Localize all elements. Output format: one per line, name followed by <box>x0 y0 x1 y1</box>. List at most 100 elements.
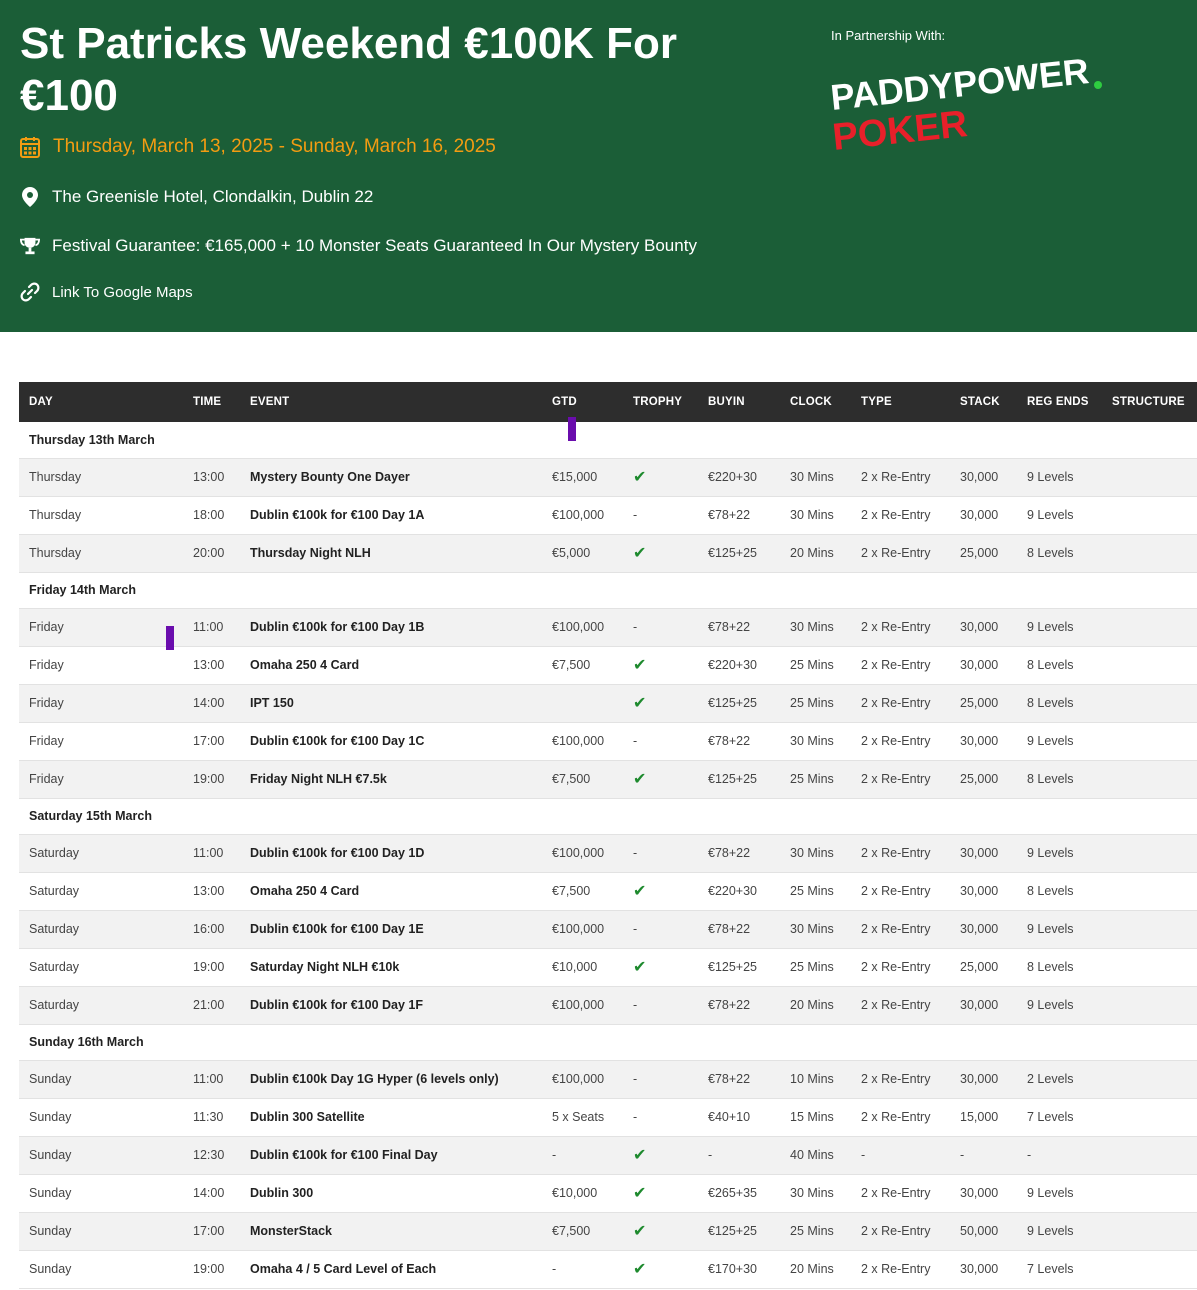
map-pin-icon <box>20 186 40 208</box>
cell-stack: 30,000 <box>950 646 1017 685</box>
check-icon: ✔ <box>633 1223 647 1240</box>
cell-type: - <box>851 1136 950 1175</box>
cell-buyin: €125+25 <box>698 948 780 987</box>
cell-stack: 30,000 <box>950 458 1017 497</box>
cell-buyin: €78+22 <box>698 910 780 949</box>
cell-structure <box>1102 722 1197 761</box>
cell-day: Sunday <box>19 1174 183 1213</box>
cell-event: Friday Night NLH €7.5k <box>240 760 542 799</box>
column-header-type: TYPE <box>851 382 950 422</box>
cell-event: Dublin €100k for €100 Day 1E <box>240 910 542 949</box>
cell-time: 11:00 <box>183 834 240 873</box>
cell-reg-ends: 9 Levels <box>1017 834 1102 873</box>
cell-day: Thursday <box>19 458 183 497</box>
cell-reg-ends: 7 Levels <box>1017 1098 1102 1137</box>
cell-gtd: - <box>542 1250 623 1289</box>
cell-structure <box>1102 1098 1197 1137</box>
cell-stack: 30,000 <box>950 608 1017 647</box>
check-icon: ✔ <box>633 657 647 674</box>
trophy-cell: ✔ <box>623 1212 698 1251</box>
cell-event: Dublin €100k for €100 Day 1F <box>240 986 542 1025</box>
cell-stack: 25,000 <box>950 760 1017 799</box>
cell-day: Saturday <box>19 872 183 911</box>
day-group-label: Sunday 16th March <box>19 1024 1197 1061</box>
cell-reg-ends: 9 Levels <box>1017 986 1102 1025</box>
cell-structure <box>1102 872 1197 911</box>
day-group-row: Saturday 15th March <box>19 798 1197 835</box>
cell-time: 17:00 <box>183 1212 240 1251</box>
cell-reg-ends: 2 Levels <box>1017 1060 1102 1099</box>
cell-structure <box>1102 1212 1197 1251</box>
cell-reg-ends: 8 Levels <box>1017 534 1102 573</box>
cell-reg-ends: 8 Levels <box>1017 872 1102 911</box>
cell-gtd: €100,000 <box>542 1060 623 1099</box>
cell-reg-ends: 9 Levels <box>1017 722 1102 761</box>
cell-time: 14:00 <box>183 1174 240 1213</box>
check-icon: ✔ <box>633 469 647 486</box>
date-range: Thursday, March 13, 2025 - Sunday, March… <box>53 136 496 157</box>
cell-structure <box>1102 948 1197 987</box>
cell-type: 2 x Re-Entry <box>851 760 950 799</box>
table-header-row: DAY TIME EVENT GTD TROPHY BUYIN CLOCK TYPE STACK… <box>19 382 1197 422</box>
event-hero: St Patricks Weekend €100K For €100 Thurs… <box>0 0 1197 332</box>
cell-day: Friday <box>19 608 183 647</box>
cell-buyin: €78+22 <box>698 608 780 647</box>
cell-buyin: €125+25 <box>698 684 780 723</box>
cell-gtd: €5,000 <box>542 534 623 573</box>
cell-time: 19:00 <box>183 1250 240 1289</box>
cell-structure <box>1102 458 1197 497</box>
day-group-label: Saturday 15th March <box>19 798 1197 835</box>
calendar-icon <box>20 136 40 158</box>
trophy-cell: ✔ <box>623 1250 698 1289</box>
cell-clock: 20 Mins <box>780 534 851 573</box>
cell-reg-ends: 9 Levels <box>1017 1212 1102 1251</box>
cell-stack: 50,000 <box>950 1212 1017 1251</box>
cell-structure <box>1102 986 1197 1025</box>
trophy-cell: ✔ <box>623 646 698 685</box>
column-header-reg-ends: REG ENDS <box>1017 382 1102 422</box>
cell-event: Omaha 250 4 Card <box>240 646 542 685</box>
cell-event: MonsterStack <box>240 1212 542 1251</box>
cell-stack: 30,000 <box>950 910 1017 949</box>
cell-buyin: €265+35 <box>698 1174 780 1213</box>
cell-structure <box>1102 1250 1197 1289</box>
guarantee-row: Festival Guarantee: €165,000 + 10 Monste… <box>20 235 697 257</box>
cell-gtd: €7,500 <box>542 646 623 685</box>
google-maps-link[interactable]: Link To Google Maps <box>52 284 193 301</box>
trophy-cell: - <box>623 834 698 873</box>
trophy-cell: - <box>623 1060 698 1099</box>
cell-time: 17:00 <box>183 722 240 761</box>
cell-reg-ends: 9 Levels <box>1017 910 1102 949</box>
cell-buyin: €78+22 <box>698 722 780 761</box>
cell-stack: 30,000 <box>950 1060 1017 1099</box>
link-icon <box>20 281 40 303</box>
cell-reg-ends: 9 Levels <box>1017 458 1102 497</box>
cell-time: 16:00 <box>183 910 240 949</box>
cell-reg-ends: 9 Levels <box>1017 496 1102 535</box>
cell-type: 2 x Re-Entry <box>851 722 950 761</box>
cell-stack: 30,000 <box>950 722 1017 761</box>
cell-event: Dublin €100k for €100 Day 1B <box>240 608 542 647</box>
cell-structure <box>1102 496 1197 535</box>
cell-time: 19:00 <box>183 948 240 987</box>
trophy-cell: ✔ <box>623 534 698 573</box>
cell-time: 11:00 <box>183 608 240 647</box>
trophy-cell: ✔ <box>623 872 698 911</box>
cell-gtd: €7,500 <box>542 760 623 799</box>
cell-clock: 30 Mins <box>780 910 851 949</box>
check-icon: ✔ <box>633 545 647 562</box>
cell-clock: 25 Mins <box>780 872 851 911</box>
date-row: Thursday, March 13, 2025 - Sunday, March… <box>20 136 496 158</box>
cell-reg-ends: - <box>1017 1136 1102 1175</box>
cell-event: Dublin 300 Satellite <box>240 1098 542 1137</box>
cell-clock: 30 Mins <box>780 1174 851 1213</box>
map-link-row[interactable]: Link To Google Maps <box>20 281 193 303</box>
cell-buyin: €78+22 <box>698 834 780 873</box>
cell-time: 21:00 <box>183 986 240 1025</box>
trophy-cell: - <box>623 986 698 1025</box>
cell-structure <box>1102 646 1197 685</box>
cell-buyin: €220+30 <box>698 872 780 911</box>
cell-clock: 30 Mins <box>780 458 851 497</box>
cell-event: Dublin €100k for €100 Final Day <box>240 1136 542 1175</box>
cell-time: 13:00 <box>183 646 240 685</box>
